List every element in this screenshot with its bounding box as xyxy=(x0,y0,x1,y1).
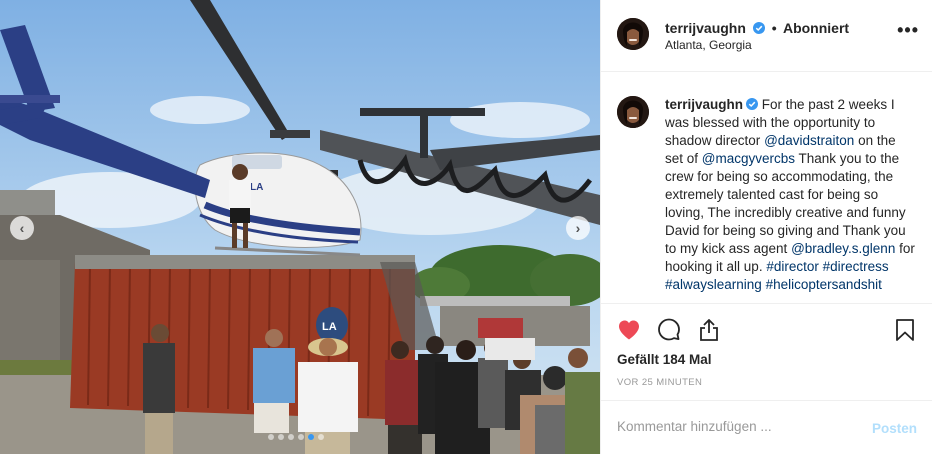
carousel-dot[interactable] xyxy=(288,434,294,440)
caption-verified-badge-icon xyxy=(746,98,759,110)
caption-tag-link[interactable]: @bradley.s.glenn xyxy=(791,241,895,256)
carousel-prev-button[interactable]: ‹ xyxy=(10,216,34,240)
caption-tag-link[interactable]: @davidstraiton xyxy=(764,133,854,148)
helicopter-logo: LA xyxy=(250,182,263,193)
username[interactable]: terrijvaughn xyxy=(665,20,746,36)
share-icon[interactable] xyxy=(697,318,721,342)
caption-tag-link[interactable]: #helicoptersandshit xyxy=(766,277,882,292)
caption-body: For the past 2 weeks I was blessed with … xyxy=(665,97,915,292)
caption-tag-link[interactable]: #director xyxy=(766,259,819,274)
carousel-dot[interactable] xyxy=(308,434,314,440)
carousel-dot[interactable] xyxy=(298,434,304,440)
heart-filled-icon[interactable] xyxy=(617,318,641,342)
caption-tag-link[interactable]: #directress xyxy=(823,259,889,274)
bookmark-icon[interactable] xyxy=(893,318,917,342)
post-header: terrijvaughn • Abonniert Atlanta, Georgi… xyxy=(601,0,932,72)
likes-count[interactable]: Gefällt 184 Mal xyxy=(617,352,712,367)
action-bar xyxy=(617,318,917,342)
caption-text: terrijvaughn For the past 2 weeks I was … xyxy=(665,96,915,294)
avatar[interactable] xyxy=(617,18,649,50)
carousel-dot[interactable] xyxy=(318,434,324,440)
verified-badge-icon xyxy=(752,22,765,34)
separator-dot: • xyxy=(771,20,777,36)
carousel-dot[interactable] xyxy=(278,434,284,440)
caption-tag-link[interactable]: @macgyvercbs xyxy=(702,151,795,166)
comment-icon[interactable] xyxy=(657,318,681,342)
post-comment-button[interactable]: Posten xyxy=(872,421,917,436)
follow-status-button[interactable]: Abonniert xyxy=(783,20,849,36)
comment-input[interactable] xyxy=(617,419,857,434)
comment-bar: Posten xyxy=(601,400,932,454)
caption-area: terrijvaughn For the past 2 weeks I was … xyxy=(601,72,932,304)
carousel-indicator xyxy=(268,434,324,440)
container-logo: LA xyxy=(322,321,337,333)
shipping-container xyxy=(70,262,415,420)
post-timestamp[interactable]: VOR 25 MINUTEN xyxy=(617,377,702,388)
caption-tag-link[interactable]: #alwayslearning xyxy=(665,277,762,292)
caption-avatar[interactable] xyxy=(617,96,649,128)
more-options-icon[interactable]: ••• xyxy=(897,21,919,39)
location-link[interactable]: Atlanta, Georgia xyxy=(665,38,752,52)
carousel-next-button[interactable]: › xyxy=(566,216,590,240)
caption-username[interactable]: terrijvaughn xyxy=(665,97,743,112)
photo-scene: LA LA xyxy=(0,0,600,454)
post-sidebar: terrijvaughn • Abonniert Atlanta, Georgi… xyxy=(600,0,932,454)
post-photo[interactable]: LA LA ‹ › xyxy=(0,0,600,454)
carousel-dot[interactable] xyxy=(268,434,274,440)
